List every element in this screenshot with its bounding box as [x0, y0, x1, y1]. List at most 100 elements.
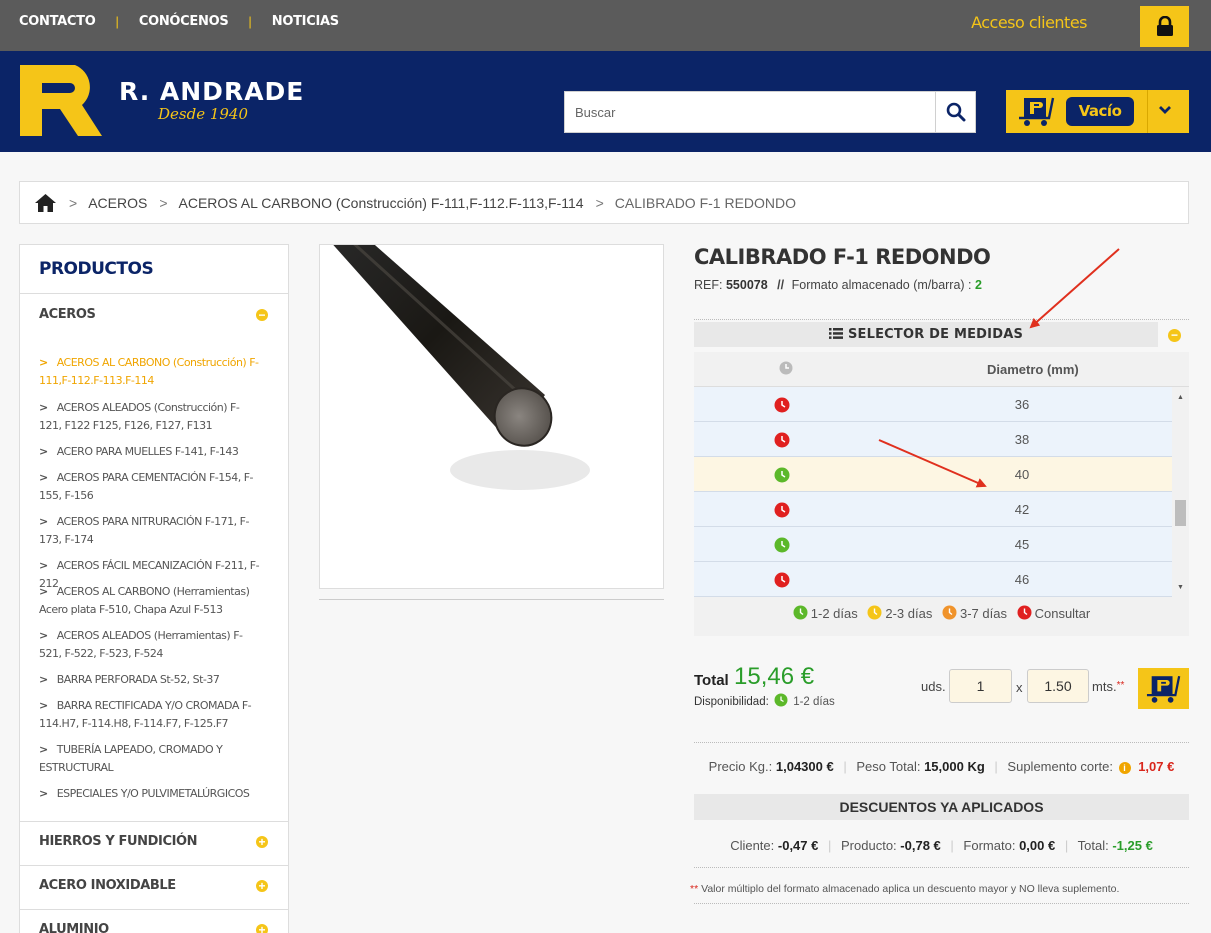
- separator: |: [1064, 838, 1069, 853]
- sidebar-divider: [20, 865, 288, 866]
- separator: |: [828, 838, 832, 853]
- breadcrumb-current: CALIBRADO F-1 REDONDO: [614, 194, 797, 211]
- sidebar-subitem[interactable]: > ACEROS PARA NITRURACIÓN F-171, F-173, F…: [39, 513, 261, 549]
- units-label: uds.: [921, 679, 946, 694]
- sidebar-subitem[interactable]: > BARRA PERFORADA St-52, St-37: [39, 671, 261, 689]
- length-input[interactable]: [1027, 669, 1089, 703]
- scroll-down-arrow[interactable]: ▼: [1177, 584, 1184, 591]
- availability-value: 1-2 días: [793, 696, 835, 708]
- brand-logo-icon[interactable]: [20, 65, 102, 136]
- collapse-icon[interactable]: −: [1168, 329, 1181, 342]
- sidebar-subitem[interactable]: > ACEROS PARA CEMENTACIÓN F-154, F-155, F…: [39, 469, 261, 505]
- red-clock-icon: [774, 502, 790, 518]
- nav-noticias[interactable]: NOTICIAS: [272, 14, 339, 29]
- scroll-thumb[interactable]: [1175, 500, 1186, 526]
- search-button[interactable]: [935, 92, 975, 132]
- search-icon: [946, 102, 965, 122]
- sidebar-subitem[interactable]: > ACEROS ALEADOS (Herramientas) F-521, F-…: [39, 627, 261, 663]
- add-to-cart-button[interactable]: [1138, 668, 1189, 709]
- dotted-divider: [694, 867, 1189, 868]
- diameter-value: 46: [1014, 572, 1030, 587]
- top-nav: CONTACTO | CONÓCENOS | NOTICIAS: [19, 14, 339, 29]
- legend-item: 2-3 días: [867, 605, 932, 621]
- dotted-divider: [694, 903, 1189, 904]
- sidebar-divider: [20, 293, 288, 294]
- login-button[interactable]: [1140, 6, 1189, 47]
- size-selector-header[interactable]: SELECTOR DE MEDIDAS: [694, 322, 1158, 347]
- green-clock-icon: [774, 693, 788, 707]
- sidebar-subitem[interactable]: > ACEROS AL CARBONO (Construcción) F-111,…: [39, 354, 261, 390]
- breadcrumb-item-carbono[interactable]: ACEROS AL CARBONO (Construcción) F-111,F…: [179, 195, 584, 211]
- table-row[interactable]: 46: [694, 562, 1172, 597]
- sidebar-category-hierros[interactable]: HIERROS Y FUNDICIÓN: [39, 834, 198, 849]
- table-row[interactable]: 42: [694, 492, 1172, 527]
- header: R. ANDRADE Desde 1940 Vacío: [0, 51, 1211, 152]
- collapse-icon[interactable]: −: [256, 309, 268, 321]
- table-row[interactable]: 36: [694, 387, 1172, 422]
- sidebar-title: PRODUCTOS: [39, 259, 154, 279]
- cart-status: Vacío: [1066, 97, 1134, 126]
- orange-clock-icon: [942, 605, 957, 620]
- expand-icon[interactable]: +: [256, 836, 268, 848]
- red-clock-icon: [774, 572, 790, 588]
- price-kg-label: Precio Kg.:: [708, 759, 773, 774]
- diameter-value: 42: [1014, 502, 1030, 517]
- diameter-value: 38: [1014, 432, 1030, 447]
- nav-contacto[interactable]: CONTACTO: [19, 14, 96, 29]
- sidebar-category-inoxidable[interactable]: ACERO INOXIDABLE: [39, 878, 176, 893]
- sidebar-category-aceros[interactable]: ACEROS: [39, 307, 96, 322]
- home-icon[interactable]: [34, 193, 57, 213]
- sidebar-subitem[interactable]: > BARRA RECTIFICADA Y/O CROMADA F-114.H7,…: [39, 697, 261, 733]
- quantity-input[interactable]: [949, 669, 1012, 703]
- total-label: Total: [694, 672, 729, 689]
- format-value: 2: [975, 278, 982, 292]
- sidebar-category-aluminio[interactable]: ALUMINIO: [39, 922, 109, 933]
- yellow-clock-icon: [867, 605, 882, 620]
- steel-bar-image: [333, 245, 590, 490]
- ref-value: 550078: [725, 278, 768, 292]
- expand-icon[interactable]: +: [256, 880, 268, 892]
- breadcrumb-item-aceros[interactable]: ACEROS: [88, 195, 147, 211]
- format-label: Formato almacenado (m/barra) :: [791, 278, 972, 292]
- price-details: Precio Kg.: 1,04300 € | Peso Total: 15,0…: [694, 759, 1189, 774]
- red-clock-icon: [774, 432, 790, 448]
- table-row-selected[interactable]: 40: [694, 457, 1172, 492]
- product-ref: REF: 550078 // Formato almacenado (m/bar…: [694, 278, 982, 292]
- cart-icon: [1019, 97, 1055, 126]
- client-discount-label: Cliente:: [730, 838, 775, 853]
- info-icon[interactable]: i: [1118, 762, 1131, 774]
- sidebar-subitem[interactable]: > ACERO PARA MUELLES F-141, F-143: [39, 443, 261, 461]
- sidebar-subitem[interactable]: > ACEROS AL CARBONO (Herramientas) Acero …: [39, 583, 261, 619]
- breadcrumb: > ACEROS > ACEROS AL CARBONO (Construcci…: [19, 181, 1189, 224]
- size-selector-label: SELECTOR DE MEDIDAS: [847, 327, 1024, 342]
- product-title: CALIBRADO F-1 REDONDO: [694, 245, 991, 269]
- meters-label: mts.**: [1092, 679, 1125, 694]
- chevron-down-icon[interactable]: [1158, 103, 1172, 117]
- search-box: [564, 91, 976, 133]
- diameter-value: 40: [1014, 467, 1030, 482]
- red-clock-icon: [1017, 605, 1032, 620]
- total-discount-value: -1,25 €: [1112, 838, 1153, 853]
- sidebar-subitem[interactable]: > ESPECIALES Y/O PULVIMETALÚRGICOS: [39, 785, 261, 803]
- footnote: ** Valor múltiplo del formato almacenado…: [690, 883, 1120, 895]
- diameter-column-header: Diametro (mm): [987, 362, 1079, 377]
- expand-icon[interactable]: +: [256, 924, 268, 933]
- table-scrollbar[interactable]: ▲ ▼: [1172, 387, 1189, 598]
- table-row[interactable]: 45: [694, 527, 1172, 562]
- sidebar-subitem[interactable]: > ACEROS ALEADOS (Construcción) F-121, F1…: [39, 399, 261, 435]
- sidebar-subitem[interactable]: > TUBERÍA LAPEADO, CROMADO Y ESTRUCTURAL: [39, 741, 261, 777]
- size-table-body: 36 38 40 42 45 46: [694, 387, 1172, 598]
- brand-name: R. ANDRADE: [119, 77, 305, 106]
- cart-button[interactable]: Vacío: [1006, 90, 1189, 133]
- scroll-up-arrow[interactable]: ▲: [1177, 394, 1184, 401]
- separator: |: [950, 838, 954, 853]
- product-image[interactable]: [319, 244, 664, 589]
- format-discount-label: Formato:: [963, 838, 1016, 853]
- format-discount-value: 0,00 €: [1019, 838, 1056, 853]
- list-icon: [828, 328, 843, 339]
- table-row[interactable]: 38: [694, 422, 1172, 457]
- nav-conocenos[interactable]: CONÓCENOS: [139, 14, 229, 29]
- search-input[interactable]: [565, 92, 935, 132]
- breadcrumb-separator: >: [159, 194, 168, 211]
- access-clients-link[interactable]: Acceso clientes: [971, 13, 1087, 32]
